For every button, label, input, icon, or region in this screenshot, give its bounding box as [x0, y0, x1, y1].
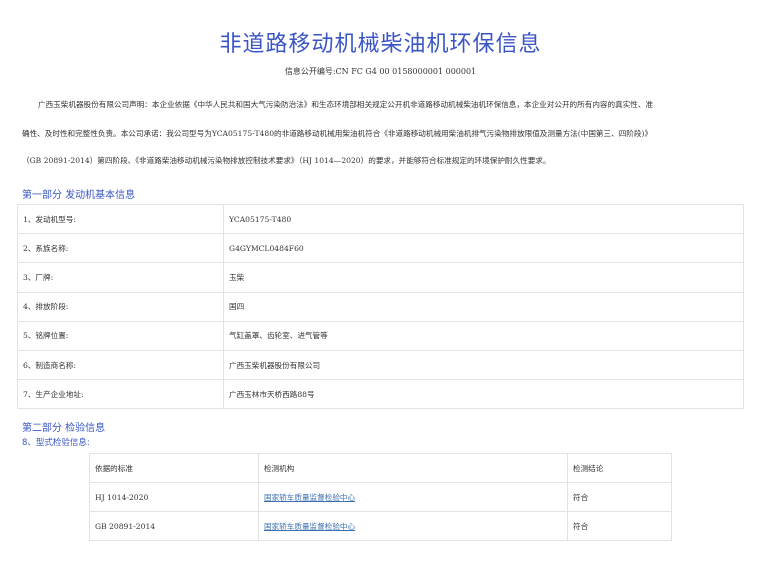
test-info-table: 依据的标准 检测机构 检测结论 HJ 1014-2020 国家轿车质量监督检验中… — [89, 453, 672, 541]
page-title: 非道路移动机械柴油机环保信息 — [219, 32, 542, 57]
cell-standard: HJ 1014-2020 — [89, 482, 259, 512]
cell-standard: GB 20891-2014 — [89, 511, 259, 541]
table-row: 1、发动机型号: YCA05175-T480 — [17, 203, 744, 235]
row-value: G4GYMCL0484F60 — [223, 233, 744, 264]
header-agency: 检测机构 — [258, 453, 568, 483]
row-label: 5、铭牌位置: — [17, 320, 224, 351]
table-row: 4、排放阶段: 国四 — [17, 291, 744, 322]
table-row: 5、铭牌位置: 气缸盖罩、齿轮室、进气管等 — [17, 320, 744, 351]
table-row: HJ 1014-2020 国家轿车质量监督检验中心 符合 — [89, 482, 672, 512]
row-value: 广西玉林市天桥西路88号 — [223, 379, 744, 410]
part2-heading: 第二部分 检验信息 — [22, 423, 106, 434]
row-value: YCA05175-T480 — [223, 203, 744, 235]
cell-result: 符合 — [567, 511, 672, 541]
engine-info-table: 1、发动机型号: YCA05175-T480 2、系族名称: G4GYMCL04… — [17, 203, 744, 410]
table-header-row: 依据的标准 检测机构 检测结论 — [89, 453, 672, 483]
part1-heading: 第一部分 发动机基本信息 — [22, 190, 136, 201]
row-value: 气缸盖罩、齿轮室、进气管等 — [223, 320, 744, 351]
table-row: 7、生产企业地址: 广西玉林市天桥西路88号 — [17, 379, 744, 410]
row-value: 玉柴 — [223, 262, 744, 293]
row-label: 6、制造商名称: — [17, 349, 224, 381]
statement-line-3: （GB 20891-2014）第四阶段、《非道路柴油移动机械污染物排放控制技术要… — [22, 156, 551, 165]
table-row: 3、厂牌: 玉柴 — [17, 262, 744, 293]
table-row: 6、制造商名称: 广西玉柴机器股份有限公司 — [17, 349, 744, 381]
row-value: 国四 — [223, 291, 744, 322]
header-standard: 依据的标准 — [89, 453, 259, 483]
table-row: GB 20891-2014 国家轿车质量监督检验中心 符合 — [89, 511, 672, 541]
row-label: 3、厂牌: — [17, 262, 224, 293]
row-label: 2、系族名称: — [17, 233, 224, 264]
agency-link[interactable]: 国家轿车质量监督检验中心 — [264, 493, 355, 502]
row-value: 广西玉柴机器股份有限公司 — [223, 349, 744, 381]
type-test-subheading: 8、型式检验信息: — [22, 438, 90, 448]
statement-line-2: 确性、及时性和完整性负责。本公司承诺：我公司型号为YCA05175-T480的非… — [22, 129, 653, 138]
cell-result: 符合 — [567, 482, 672, 512]
agency-link[interactable]: 国家轿车质量监督检验中心 — [264, 522, 355, 531]
row-label: 7、生产企业地址: — [17, 379, 224, 410]
row-label: 1、发动机型号: — [17, 203, 224, 235]
row-label: 4、排放阶段: — [17, 291, 224, 322]
info-code: 信息公开编号:CN FC G4 00 0158000001 000001 — [284, 67, 477, 76]
statement-line-1: 广西玉柴机器股份有限公司声明：本企业依据《中华人民共和国大气污染防治法》和生态环… — [38, 100, 654, 109]
header-result: 检测结论 — [567, 453, 672, 483]
table-row: 2、系族名称: G4GYMCL0484F60 — [17, 233, 744, 264]
